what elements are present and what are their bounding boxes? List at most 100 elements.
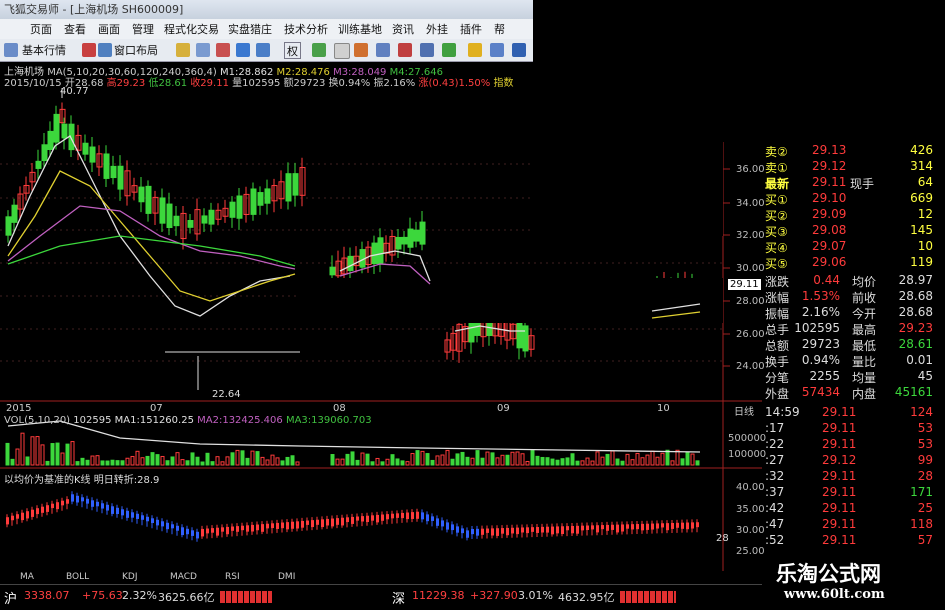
grid-icon[interactable] xyxy=(196,43,210,57)
ask-volume: 426 xyxy=(910,143,933,157)
tab-rsi[interactable]: RSI xyxy=(225,572,240,582)
bid-price: 29.10 xyxy=(812,191,847,205)
folder-icon[interactable] xyxy=(176,43,190,57)
volume-bar xyxy=(65,443,70,466)
kline-chart[interactable] xyxy=(0,86,762,571)
crosshair-icon[interactable] xyxy=(236,43,250,57)
list-icon[interactable] xyxy=(376,43,390,57)
volume-bar xyxy=(685,452,690,466)
menu-manage[interactable]: 管理 xyxy=(132,21,154,37)
menu-training[interactable]: 训练基地 xyxy=(338,21,382,37)
volume-bar xyxy=(115,460,120,466)
candle-body xyxy=(419,221,426,245)
vol-params: VOL(5,10,20) xyxy=(4,415,71,426)
bid-volume: 119 xyxy=(910,255,933,269)
stat-key: 涨幅 xyxy=(765,291,790,305)
basic-quote-button[interactable]: 基本行情 xyxy=(22,42,66,57)
toolbar: 基本行情 窗口布局 权 xyxy=(0,39,533,62)
menu-news[interactable]: 资讯 xyxy=(392,21,414,37)
flag-icon[interactable] xyxy=(442,43,456,57)
sh-label: 沪 xyxy=(4,592,18,607)
menu-help[interactable]: 帮 xyxy=(494,21,505,37)
stat-row: 总手 102595 最高 29.23 xyxy=(762,321,935,337)
tick-row: :42 29.11 25 xyxy=(762,501,935,517)
sz-amount: 4632.95亿 xyxy=(558,591,615,604)
volume-bar xyxy=(55,442,60,466)
volume-bar xyxy=(655,456,660,466)
tick-time: :37 xyxy=(765,485,785,499)
volume-bar xyxy=(80,457,85,466)
volume-bar xyxy=(260,456,265,466)
candle-body xyxy=(229,201,236,218)
candle-body xyxy=(110,165,117,179)
tab-kdj[interactable]: KDJ xyxy=(122,572,138,582)
menu-realtime[interactable]: 实盘猎庄 xyxy=(228,21,272,37)
grid-view-icon[interactable] xyxy=(490,43,504,57)
volume-bar xyxy=(10,458,15,466)
period-label[interactable]: 日线 xyxy=(734,403,754,418)
stat-key: 均量 xyxy=(852,371,877,385)
outer-value: 57434 xyxy=(801,385,840,399)
volume-bar xyxy=(500,454,505,466)
ask-label: 卖② xyxy=(765,145,788,159)
tab-macd[interactable]: MACD xyxy=(170,572,197,582)
tick-time: :52 xyxy=(765,533,785,547)
menu-page[interactable]: 页面 xyxy=(30,21,52,37)
tab-dmi[interactable]: DMI xyxy=(278,572,295,582)
volume-bar xyxy=(235,449,240,466)
menu-plugin-ext[interactable]: 外挂 xyxy=(426,21,448,37)
volume-bar xyxy=(575,460,580,466)
tick-volume: 53 xyxy=(917,437,933,451)
tick-time: :17 xyxy=(765,421,785,435)
window-layout-button[interactable]: 窗口布局 xyxy=(114,42,158,57)
pin-icon[interactable] xyxy=(4,43,18,57)
watermark-url: www.60lt.com xyxy=(784,587,885,602)
menu-program-trading[interactable]: 程式化交易 xyxy=(164,21,219,37)
layout-icon[interactable] xyxy=(98,43,112,57)
menu-screen[interactable]: 画面 xyxy=(98,21,120,37)
close-window-icon[interactable] xyxy=(216,43,230,57)
indicator-next: 明日转折:28.9 xyxy=(93,475,160,486)
line-chart-icon[interactable] xyxy=(354,43,368,57)
chart-icon[interactable] xyxy=(312,43,326,57)
bid-row: 买⑤ 29.06 119 xyxy=(762,255,935,271)
sun-icon[interactable] xyxy=(468,43,482,57)
date-axis-tick: 07 xyxy=(150,403,163,414)
candle-body xyxy=(250,188,257,215)
volume-bar xyxy=(120,460,125,466)
volume-bar xyxy=(220,461,225,466)
rights-select[interactable]: 权 xyxy=(284,42,301,59)
tick-time: :22 xyxy=(765,437,785,451)
candle-body xyxy=(166,203,173,229)
bar-list-icon[interactable] xyxy=(256,43,270,57)
inner-key: 内盘 xyxy=(852,387,877,401)
menu-plugins[interactable]: 插件 xyxy=(460,21,482,37)
outer-row: 外盘 57434 内盘 45161 xyxy=(762,385,935,401)
tab-ma[interactable]: MA xyxy=(20,572,34,582)
menu-tech-analysis[interactable]: 技术分析 xyxy=(284,21,328,37)
screen-icon[interactable] xyxy=(512,43,526,57)
volume-bar xyxy=(540,456,545,466)
price-axis-tick: 26.00 xyxy=(736,329,765,340)
stop-icon[interactable] xyxy=(82,43,96,57)
volume-bar xyxy=(530,449,535,466)
stat-row: 总额 29723 最低 28.61 xyxy=(762,337,935,353)
menu-view[interactable]: 查看 xyxy=(64,21,86,37)
menu-bar: 页面 查看 画面 管理 程式化交易 实盘猎庄 技术分析 训练基地 资讯 外挂 插… xyxy=(0,19,533,40)
tab-boll[interactable]: BOLL xyxy=(66,572,89,582)
last-row: 最新 29.11 现手 64 xyxy=(762,175,935,191)
volume-bar xyxy=(95,455,100,466)
table-icon[interactable] xyxy=(420,43,434,57)
volume-bar xyxy=(480,457,485,466)
volume-bar xyxy=(585,457,590,466)
volume-bar xyxy=(465,456,470,466)
indicator-axis-tick: 35.00 xyxy=(736,504,765,515)
volume-bar xyxy=(175,452,180,466)
cross-icon[interactable] xyxy=(334,43,350,59)
bar-chart-icon[interactable] xyxy=(398,43,412,57)
tick-volume: 171 xyxy=(910,485,933,499)
volume-bar xyxy=(420,450,425,466)
current-price-tag: 29.11 xyxy=(728,279,761,290)
stat-value: 45 xyxy=(917,369,933,383)
volume-bar xyxy=(85,459,90,466)
